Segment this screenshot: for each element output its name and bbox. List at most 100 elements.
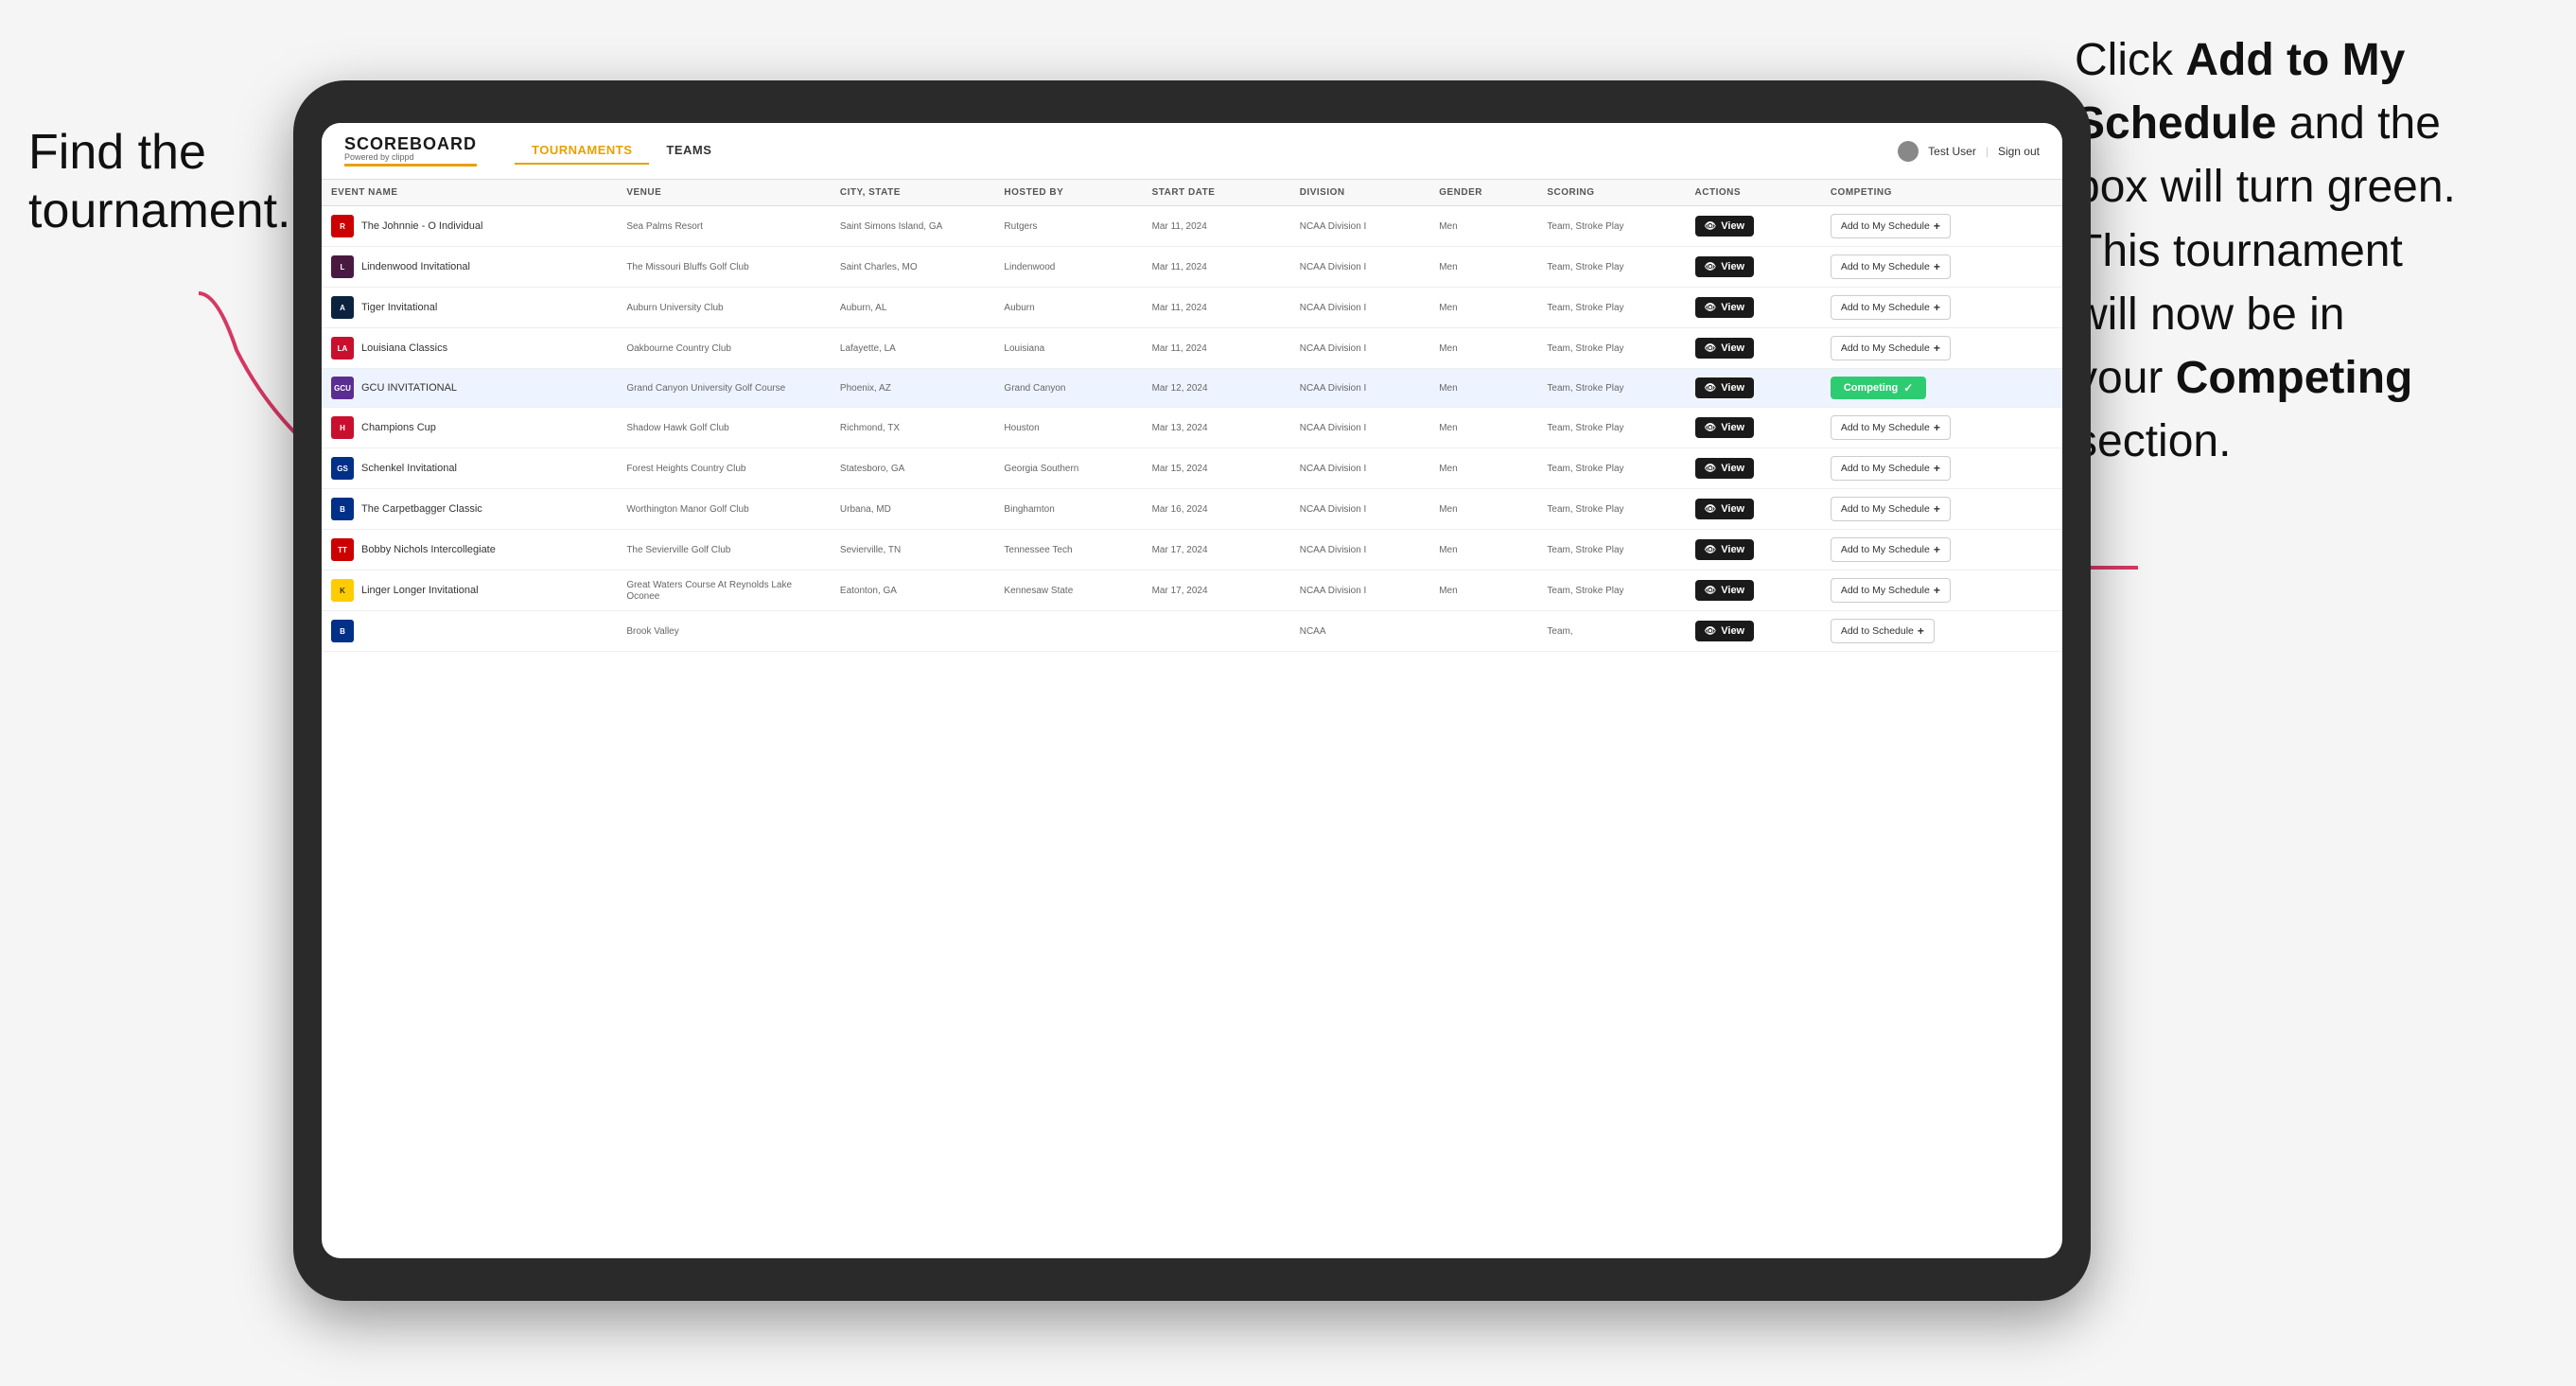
cell-hosted-1: Rutgers: [994, 206, 1142, 247]
cell-event-6: H Champions Cup: [322, 408, 617, 448]
cell-scoring-4: Team, Stroke Play: [1537, 328, 1685, 369]
view-button-7[interactable]: 👁 View: [1695, 458, 1755, 479]
cell-gender-7: Men: [1429, 448, 1537, 489]
cell-start-8: Mar 16, 2024: [1143, 489, 1290, 530]
cell-competing-5: Competing ✓: [1821, 369, 2062, 408]
view-button-8[interactable]: 👁 View: [1695, 499, 1755, 519]
table-header-row: EVENT NAME VENUE CITY, STATE HOSTED BY S…: [322, 180, 2062, 206]
cell-scoring-11: Team,: [1537, 611, 1685, 652]
cell-start-1: Mar 11, 2024: [1143, 206, 1290, 247]
view-button-11[interactable]: 👁 View: [1695, 621, 1755, 641]
add-schedule-button-4[interactable]: Add to My Schedule +: [1831, 336, 1951, 360]
plus-icon-1: +: [1934, 219, 1940, 233]
view-button-9[interactable]: 👁 View: [1695, 539, 1755, 560]
annotation-left: Find thetournament.: [28, 123, 274, 241]
event-name-9: Bobby Nichols Intercollegiate: [361, 544, 496, 555]
tab-tournaments[interactable]: TOURNAMENTS: [515, 137, 649, 165]
eye-icon-6: 👁: [1705, 423, 1717, 433]
cell-city-8: Urbana, MD: [831, 489, 995, 530]
add-schedule-button-10[interactable]: Add to My Schedule +: [1831, 578, 1951, 603]
user-name: Test User: [1928, 145, 1976, 158]
logo-bar: [344, 164, 477, 167]
cell-event-3: A Tiger Invitational: [322, 288, 617, 328]
add-schedule-button-11[interactable]: Add to Schedule +: [1831, 619, 1935, 643]
add-schedule-button-6[interactable]: Add to My Schedule +: [1831, 415, 1951, 440]
view-button-6[interactable]: 👁 View: [1695, 417, 1755, 438]
cell-gender-11: [1429, 611, 1537, 652]
cell-division-10: NCAA Division I: [1290, 570, 1429, 611]
team-logo-3: A: [331, 296, 354, 319]
competing-button-5[interactable]: Competing ✓: [1831, 377, 1927, 399]
cell-city-4: Lafayette, LA: [831, 328, 995, 369]
plus-icon-7: +: [1934, 462, 1940, 475]
view-button-2[interactable]: 👁 View: [1695, 256, 1755, 277]
cell-start-9: Mar 17, 2024: [1143, 530, 1290, 570]
user-avatar: [1898, 141, 1919, 162]
cell-scoring-7: Team, Stroke Play: [1537, 448, 1685, 489]
view-button-10[interactable]: 👁 View: [1695, 580, 1755, 601]
sign-out-link[interactable]: Sign out: [1998, 145, 2040, 158]
eye-icon-3: 👁: [1705, 303, 1717, 313]
cell-scoring-1: Team, Stroke Play: [1537, 206, 1685, 247]
eye-icon-2: 👁: [1705, 262, 1717, 272]
cell-venue-7: Forest Heights Country Club: [617, 448, 831, 489]
view-button-5[interactable]: 👁 View: [1695, 377, 1755, 398]
cell-start-11: [1143, 611, 1290, 652]
event-name-7: Schenkel Invitational: [361, 463, 457, 474]
cell-city-2: Saint Charles, MO: [831, 247, 995, 288]
eye-icon-7: 👁: [1705, 464, 1717, 474]
add-schedule-button-1[interactable]: Add to My Schedule +: [1831, 214, 1951, 238]
cell-venue-8: Worthington Manor Golf Club: [617, 489, 831, 530]
event-name-3: Tiger Invitational: [361, 302, 437, 313]
add-schedule-button-8[interactable]: Add to My Schedule +: [1831, 497, 1951, 521]
cell-competing-2: Add to My Schedule +: [1821, 247, 2062, 288]
cell-hosted-11: [994, 611, 1142, 652]
cell-gender-10: Men: [1429, 570, 1537, 611]
cell-hosted-9: Tennessee Tech: [994, 530, 1142, 570]
add-schedule-button-3[interactable]: Add to My Schedule +: [1831, 295, 1951, 320]
cell-actions-1: 👁 View: [1686, 206, 1821, 247]
eye-icon-1: 👁: [1705, 221, 1717, 232]
cell-gender-2: Men: [1429, 247, 1537, 288]
plus-icon-4: +: [1934, 342, 1940, 355]
team-logo-9: TT: [331, 538, 354, 561]
cell-competing-3: Add to My Schedule +: [1821, 288, 2062, 328]
view-button-1[interactable]: 👁 View: [1695, 216, 1755, 237]
col-header-event: EVENT NAME: [322, 180, 617, 206]
cell-hosted-3: Auburn: [994, 288, 1142, 328]
col-header-venue: VENUE: [617, 180, 831, 206]
cell-event-5: GCU GCU INVITATIONAL: [322, 369, 617, 408]
table-row: GCU GCU INVITATIONAL Grand Canyon Univer…: [322, 369, 2062, 408]
cell-city-1: Saint Simons Island, GA: [831, 206, 995, 247]
tab-teams[interactable]: TEAMS: [649, 137, 728, 165]
event-name-1: The Johnnie - O Individual: [361, 220, 482, 232]
cell-event-1: R The Johnnie - O Individual: [322, 206, 617, 247]
cell-division-11: NCAA: [1290, 611, 1429, 652]
eye-icon-10: 👁: [1705, 586, 1717, 596]
cell-scoring-9: Team, Stroke Play: [1537, 530, 1685, 570]
cell-start-2: Mar 11, 2024: [1143, 247, 1290, 288]
cell-city-3: Auburn, AL: [831, 288, 995, 328]
plus-icon-8: +: [1934, 502, 1940, 516]
cell-start-4: Mar 11, 2024: [1143, 328, 1290, 369]
team-logo-11: B: [331, 620, 354, 642]
add-schedule-button-7[interactable]: Add to My Schedule +: [1831, 456, 1951, 481]
cell-hosted-6: Houston: [994, 408, 1142, 448]
cell-city-6: Richmond, TX: [831, 408, 995, 448]
cell-actions-9: 👁 View: [1686, 530, 1821, 570]
team-logo-5: GCU: [331, 377, 354, 399]
cell-event-9: TT Bobby Nichols Intercollegiate: [322, 530, 617, 570]
col-header-hosted: HOSTED BY: [994, 180, 1142, 206]
cell-actions-8: 👁 View: [1686, 489, 1821, 530]
view-button-4[interactable]: 👁 View: [1695, 338, 1755, 359]
add-schedule-button-2[interactable]: Add to My Schedule +: [1831, 254, 1951, 279]
cell-division-9: NCAA Division I: [1290, 530, 1429, 570]
view-button-3[interactable]: 👁 View: [1695, 297, 1755, 318]
cell-competing-10: Add to My Schedule +: [1821, 570, 2062, 611]
add-schedule-button-9[interactable]: Add to My Schedule +: [1831, 537, 1951, 562]
cell-competing-7: Add to My Schedule +: [1821, 448, 2062, 489]
col-header-city: CITY, STATE: [831, 180, 995, 206]
cell-scoring-10: Team, Stroke Play: [1537, 570, 1685, 611]
table-row: TT Bobby Nichols Intercollegiate The Sev…: [322, 530, 2062, 570]
cell-gender-5: Men: [1429, 369, 1537, 408]
